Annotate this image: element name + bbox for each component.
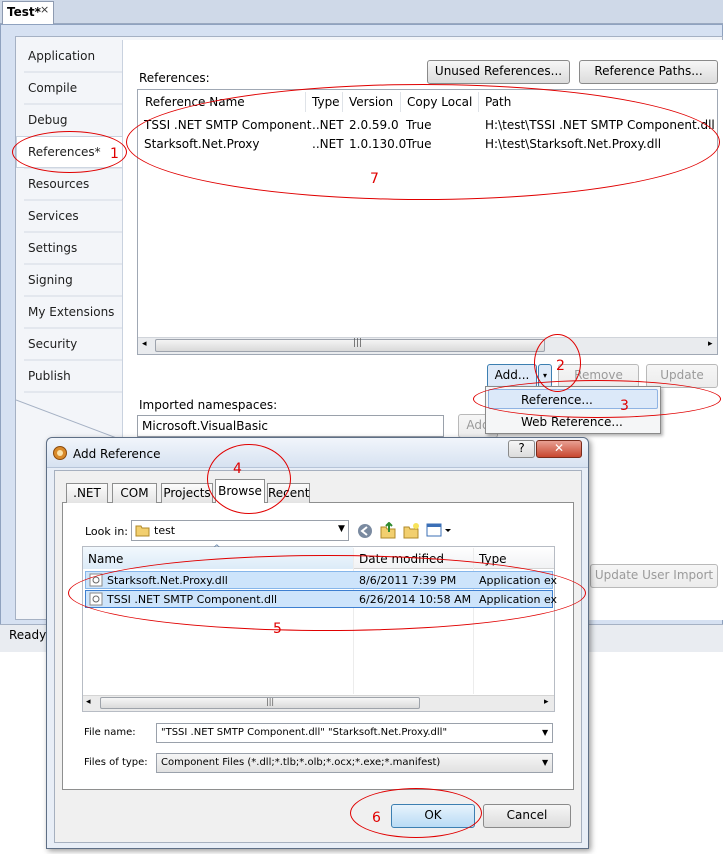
- file-name-input[interactable]: "TSSI .NET SMTP Component.dll" "Starksof…: [156, 723, 553, 743]
- file-col-name[interactable]: Name: [88, 552, 123, 566]
- view-menu-icon[interactable]: [426, 523, 452, 538]
- scroll-right-arrow-icon[interactable]: ▸: [544, 697, 549, 707]
- annotation-number-6: 6: [372, 810, 381, 826]
- annotation-circle-6: [350, 788, 482, 838]
- back-icon[interactable]: [357, 523, 373, 539]
- document-tab-title: Test*: [7, 5, 41, 19]
- scroll-grip-icon: |||: [353, 338, 363, 348]
- annotation-circle-5: [68, 555, 586, 631]
- dialog-close-button[interactable]: ✕: [536, 440, 582, 458]
- file-list-hscroll-thumb[interactable]: [100, 697, 420, 709]
- status-text: Ready: [9, 628, 47, 642]
- up-folder-icon[interactable]: [380, 522, 396, 539]
- annotation-number-4: 4: [233, 461, 242, 477]
- references-hscroll-thumb[interactable]: [155, 339, 545, 352]
- scroll-right-arrow-icon[interactable]: ▸: [708, 339, 713, 349]
- document-tab-strip: [0, 0, 723, 24]
- tab-dotnet[interactable]: .NET: [66, 483, 108, 503]
- references-label: References:: [139, 71, 210, 85]
- sort-ascending-icon: ^: [213, 544, 221, 554]
- files-of-type-label: Files of type:: [84, 757, 148, 768]
- new-folder-icon[interactable]: [403, 522, 420, 539]
- annotation-number-2: 2: [556, 358, 565, 374]
- reference-paths-button[interactable]: Reference Paths...: [579, 60, 718, 84]
- look-in-select[interactable]: test: [131, 520, 349, 541]
- file-name-label: File name:: [84, 727, 136, 738]
- annotation-number-3: 3: [620, 398, 629, 414]
- help-button[interactable]: ?: [508, 440, 535, 458]
- look-in-label: Look in:: [85, 525, 128, 538]
- nav-separators: [16, 71, 122, 440]
- tab-com[interactable]: COM: [112, 483, 157, 503]
- files-of-type-dropdown-icon[interactable]: ▼: [542, 758, 548, 767]
- unused-references-button[interactable]: Unused References...: [427, 60, 570, 84]
- annotation-circle-7: [126, 84, 720, 200]
- look-in-value: test: [154, 524, 176, 537]
- imported-namespace-input[interactable]: Microsoft.VisualBasic: [137, 415, 444, 437]
- app-icon: [53, 446, 67, 460]
- folder-icon: [135, 525, 150, 537]
- annotation-number-5: 5: [273, 621, 282, 637]
- cancel-button[interactable]: Cancel: [483, 804, 571, 828]
- annotation-number-1: 1: [110, 146, 119, 162]
- annotation-circle-3: [473, 380, 721, 418]
- update-user-import-button[interactable]: Update User Import: [590, 564, 718, 588]
- look-in-dropdown-icon[interactable]: ▼: [338, 524, 345, 534]
- tab-close-icon[interactable]: ×: [40, 3, 49, 16]
- files-of-type-select[interactable]: Component Files (*.dll;*.tlb;*.olb;*.ocx…: [156, 753, 553, 773]
- scroll-left-arrow-icon[interactable]: ◂: [86, 697, 91, 707]
- dialog-title: Add Reference: [73, 447, 161, 461]
- annotation-circle-4: [207, 444, 291, 514]
- file-name-dropdown-icon[interactable]: ▼: [542, 728, 548, 737]
- scroll-left-arrow-icon[interactable]: ◂: [142, 339, 147, 349]
- scroll-grip-icon: |||: [266, 697, 275, 706]
- tab-projects[interactable]: Projects: [161, 483, 213, 503]
- imported-namespaces-label: Imported namespaces:: [139, 398, 278, 412]
- annotation-number-7: 7: [370, 171, 379, 187]
